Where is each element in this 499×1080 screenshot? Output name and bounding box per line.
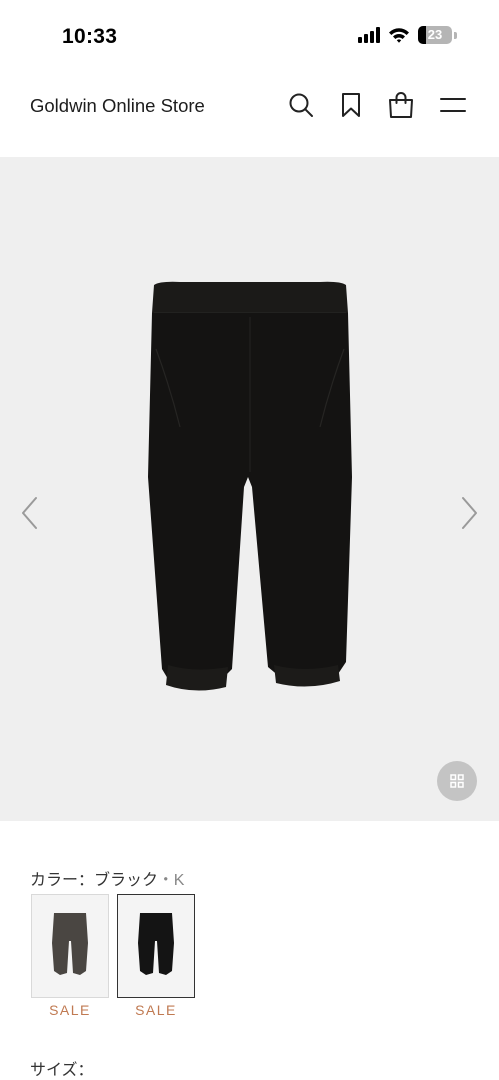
- menu-icon[interactable]: [438, 90, 468, 120]
- battery-level: 23: [427, 27, 443, 42]
- bookmark-icon[interactable]: [336, 90, 366, 120]
- zoom-button[interactable]: [437, 761, 477, 801]
- battery-icon: 23: [418, 26, 452, 44]
- swatch-image-black: [138, 913, 174, 975]
- store-title[interactable]: Goldwin Online Store: [30, 95, 205, 117]
- product-image: [148, 281, 352, 691]
- battery-nub: [454, 31, 457, 39]
- site-header: Goldwin Online Store: [0, 70, 499, 157]
- swatch-image-charcoal: [52, 913, 88, 975]
- chevron-right-icon[interactable]: [457, 495, 481, 531]
- color-code: ・K: [157, 872, 185, 889]
- color-swatch-black[interactable]: [117, 894, 195, 998]
- shopping-bag-icon[interactable]: [386, 90, 416, 120]
- signal-icon: [358, 27, 380, 43]
- color-swatch-charcoal[interactable]: [31, 894, 109, 998]
- wifi-icon: [389, 28, 409, 43]
- product-gallery[interactable]: [0, 157, 499, 821]
- grid-icon: [450, 774, 464, 788]
- status-icons: 23: [358, 26, 457, 44]
- sale-label: SALE: [49, 1002, 91, 1018]
- size-label: サイズ：: [30, 1062, 94, 1079]
- sale-label: SALE: [135, 1002, 177, 1018]
- color-name: カラー：ブラック: [30, 872, 158, 889]
- status-bar: 10:33 23: [0, 0, 499, 70]
- color-label: カラー：ブラック・K: [30, 866, 184, 890]
- chevron-left-icon[interactable]: [18, 495, 42, 531]
- search-icon[interactable]: [286, 90, 316, 120]
- status-time: 10:33: [62, 25, 118, 48]
